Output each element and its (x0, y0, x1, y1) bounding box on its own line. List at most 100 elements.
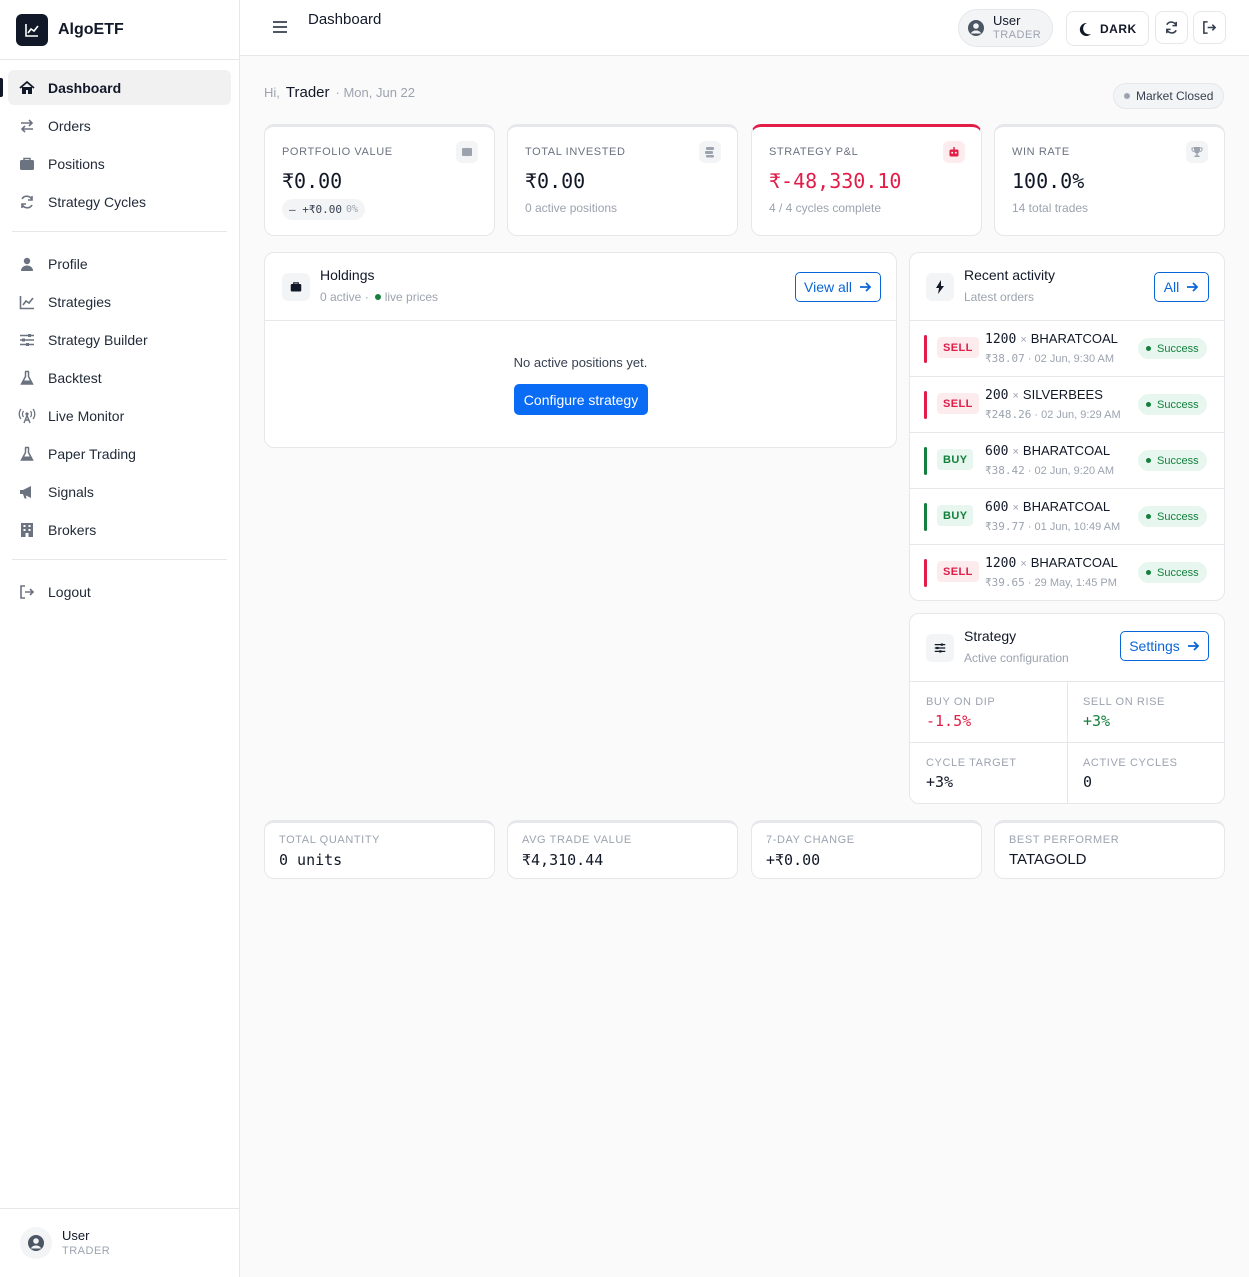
greeting-prefix: Hi, (264, 85, 280, 100)
sidebar-item-brokers[interactable]: Brokers (8, 512, 231, 547)
briefcase-icon (18, 155, 36, 173)
sidebar-nav: Dashboard Orders Positions Strategy Cycl… (0, 60, 239, 609)
order-symbol: BHARATCOAL (1022, 443, 1111, 458)
arrow-right-icon (1187, 640, 1200, 652)
side-indicator (924, 559, 927, 587)
sidebar-item-label: Signals (48, 483, 94, 500)
total-quantity-card: TOTAL QUANTITY 0 units (264, 820, 495, 879)
sidebar-item-strategy-cycles[interactable]: Strategy Cycles (8, 184, 231, 219)
sliders-icon (18, 331, 36, 349)
order-time: · 02 Jun, 9:29 AM (1034, 409, 1121, 421)
kpi-value: ₹0.00 (282, 169, 343, 193)
briefcase-icon (282, 273, 310, 301)
order-row[interactable]: BUY 600 × BHARATCOAL ₹39.77 · 01 Jun, 10:4… (910, 488, 1224, 544)
greeting: Hi, Trader · Mon, Jun 22 (264, 84, 415, 101)
kpi-value: ₹-48,330.10 (769, 169, 902, 193)
sidebar-item-live-monitor[interactable]: Live Monitor (8, 398, 231, 433)
refresh-button[interactable] (1155, 11, 1188, 44)
sidebar-item-label: Strategies (48, 293, 112, 310)
kpi-subtext: 4 / 4 cycles complete (769, 201, 882, 215)
total-invested-card: TOTAL INVESTED ₹0.00 0 active positions (507, 124, 738, 236)
brand[interactable]: AlgoETF (0, 0, 239, 60)
all-activity-button[interactable]: All (1154, 272, 1209, 302)
status-dot (1124, 93, 1130, 99)
strategy-title: Strategy (964, 628, 1017, 644)
change-value: — +₹0.00 (289, 203, 342, 216)
seven-day-change-card: 7-DAY CHANGE +₹0.00 (751, 820, 982, 879)
logout-button[interactable] (1193, 11, 1226, 44)
sync-icon (18, 193, 36, 211)
card-divider (265, 320, 896, 321)
user-name: User (62, 1227, 90, 1243)
market-status-badge: Market Closed (1113, 83, 1224, 109)
buy-on-dip-cell: BUY ON DIP -1.5% (910, 682, 1067, 743)
wallet-icon (456, 141, 478, 163)
order-row[interactable]: SELL 200 × SILVERBEES ₹248.26 · 02 Jun, 9:… (910, 376, 1224, 432)
configure-strategy-button[interactable]: Configure strategy (514, 384, 648, 415)
theme-toggle-button[interactable]: DARK (1066, 11, 1149, 46)
status-label: Success (1157, 566, 1199, 579)
order-price: ₹38.42 (985, 464, 1025, 477)
sidebar-item-strategy-builder[interactable]: Strategy Builder (8, 322, 231, 357)
cfg-value: +3% (926, 773, 954, 791)
menu-toggle-icon[interactable] (272, 19, 288, 35)
holdings-title: Holdings (320, 267, 375, 283)
sidebar-item-label: Brokers (48, 521, 97, 538)
sidebar-item-backtest[interactable]: Backtest (8, 360, 231, 395)
trophy-icon (1186, 141, 1208, 163)
app-name: AlgoETF (58, 20, 124, 38)
portfolio-value-card: PORTFOLIO VALUE ₹0.00 — +₹0.00 0% (264, 124, 495, 236)
order-row[interactable]: SELL 1200 × BHARATCOAL ₹38.07 · 02 Jun, 9:… (910, 320, 1224, 376)
cfg-label: SELL ON RISE (1083, 696, 1165, 708)
page-title: Dashboard (308, 11, 382, 28)
sidebar-item-label: Profile (48, 255, 88, 272)
side-indicator (924, 503, 927, 531)
flask-icon (18, 445, 36, 463)
holdings-card: Holdings 0 active · live prices View all… (264, 252, 897, 448)
view-all-button[interactable]: View all (795, 272, 881, 302)
side-badge: BUY (937, 505, 974, 526)
stat-label: BEST PERFORMER (1009, 834, 1120, 846)
side-badge: SELL (937, 337, 979, 358)
empty-state-text: No active positions yet. (513, 355, 648, 370)
strategy-subtitle: Active configuration (964, 651, 1069, 665)
side-indicator (924, 335, 927, 363)
change-pct: 0% (345, 204, 359, 215)
megaphone-icon (18, 483, 36, 501)
win-rate-card: WIN RATE 100.0% 14 total trades (994, 124, 1225, 236)
sidebar-item-paper-trading[interactable]: Paper Trading (8, 436, 231, 471)
sliders-icon (926, 634, 954, 662)
user-circle-icon (968, 20, 984, 36)
sidebar-item-profile[interactable]: Profile (8, 246, 231, 281)
sidebar-item-signals[interactable]: Signals (8, 474, 231, 509)
order-price: ₹39.65 (985, 576, 1025, 589)
stat-value: TATAGOLD (1009, 851, 1087, 868)
sidebar-user[interactable]: User TRADER (0, 1208, 239, 1277)
order-qty: 600 (985, 444, 1009, 459)
sidebar-item-logout[interactable]: Logout (8, 574, 231, 609)
swap-icon (18, 117, 36, 135)
kpi-label: TOTAL INVESTED (525, 146, 626, 158)
user-role: TRADER (62, 1245, 111, 1258)
topbar: Dashboard User TRADER DARK (240, 0, 1249, 56)
sidebar-item-strategies[interactable]: Strategies (8, 284, 231, 319)
avatar (20, 1227, 52, 1259)
home-icon (18, 79, 36, 97)
sidebar-item-positions[interactable]: Positions (8, 146, 231, 181)
flask-icon (18, 369, 36, 387)
side-badge: SELL (937, 561, 979, 582)
all-label: All (1163, 279, 1180, 295)
sidebar-item-dashboard[interactable]: Dashboard (0, 70, 231, 105)
strategy-settings-button[interactable]: Settings (1120, 631, 1209, 661)
status-badge: Success (1138, 562, 1207, 583)
sidebar-item-orders[interactable]: Orders (8, 108, 231, 143)
side-indicator (924, 447, 927, 475)
order-row[interactable]: SELL 1200 × BHARATCOAL ₹39.65 · 29 May, 1:… (910, 544, 1224, 600)
arrow-right-icon (1186, 281, 1199, 293)
status-label: Success (1157, 454, 1199, 467)
order-row[interactable]: BUY 600 × BHARATCOAL ₹38.42 · 02 Jun, 9:20… (910, 432, 1224, 488)
refresh-icon (1166, 21, 1177, 34)
sidebar-item-label: Logout (48, 583, 91, 600)
user-menu-button[interactable]: User TRADER (958, 9, 1053, 47)
settings-label: Settings (1129, 638, 1180, 654)
